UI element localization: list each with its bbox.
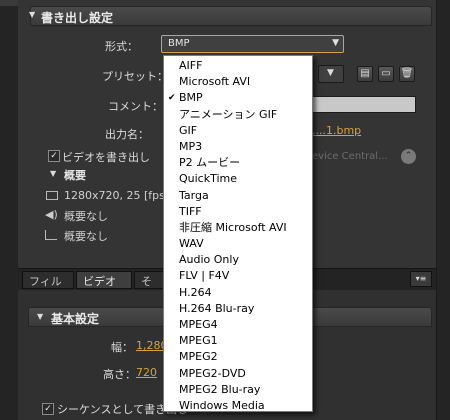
tab-other[interactable]: その (134, 271, 164, 304)
tab-filter[interactable]: フィルタ (22, 271, 74, 304)
tab-video[interactable]: ビデオ (76, 271, 132, 289)
menu-item-mp3[interactable]: MP3 (164, 139, 312, 155)
save-preset-icon: ▤ (360, 68, 370, 79)
menu-item-mpeg4[interactable]: MPEG4 (164, 317, 312, 333)
delete-preset-button[interactable]: 🗑 (399, 66, 415, 82)
menu-item-windows-media[interactable]: Windows Media (164, 398, 312, 414)
device-central-link[interactable]: evice Central... (312, 151, 388, 162)
menu-item-mpeg2-bluray[interactable]: MPEG2 Blu-ray (164, 382, 312, 398)
basic-settings-title: 基本設定 (51, 312, 100, 326)
summary-triangle-icon[interactable]: ▼ (50, 169, 56, 178)
menu-item-aiff[interactable]: AIFF (164, 58, 312, 74)
menu-item-bmp[interactable]: ✔ BMP (164, 90, 312, 106)
left-panel-edge-top (0, 0, 18, 6)
speaker-icon: ◀) (45, 208, 58, 221)
summary-audio-text: 概要なし (64, 210, 108, 223)
comment-input[interactable] (312, 96, 416, 113)
sequence-checkbox[interactable]: ✓ (42, 403, 54, 415)
height-value[interactable]: 720 (136, 366, 157, 379)
export-video-label: ビデオを書き出し (62, 151, 150, 164)
menu-item-wav[interactable]: WAV (164, 236, 312, 252)
menu-item-tiff[interactable]: TIFF (164, 204, 312, 220)
film-icon (46, 191, 58, 200)
menu-item-mpeg1[interactable]: MPEG1 (164, 333, 312, 349)
chevron-down-icon: ▼ (327, 68, 334, 78)
menu-item-mpeg2-dvd[interactable]: MPEG2-DVD (164, 366, 312, 382)
collapse-triangle-icon[interactable]: ▼ (37, 312, 43, 321)
export-settings-title: 書き出し設定 (41, 11, 114, 25)
menu-item-uncompressed-avi[interactable]: 非圧縮 Microsoft AVI (164, 220, 312, 236)
menu-icon: ▾≡ (415, 274, 427, 283)
checkmark-icon: ✔ (168, 93, 176, 104)
trash-icon: 🗑 (400, 68, 414, 79)
preset-label: プリセット： (102, 70, 168, 83)
chart-icon (45, 230, 57, 240)
menu-item-flv-f4v[interactable]: FLV | F4V (164, 268, 312, 284)
chevron-down-icon: ▼ (332, 38, 339, 48)
format-label: 形式： (105, 40, 138, 53)
menu-item-h264-bluray[interactable]: H.264 Blu-ray (164, 301, 312, 317)
format-select[interactable]: BMP ▼ (161, 35, 344, 53)
preset-select[interactable]: ▼ (318, 65, 344, 83)
menu-item-microsoft-avi[interactable]: Microsoft AVI (164, 74, 312, 90)
right-panel-edge (436, 0, 450, 420)
summary-title: 概要 (64, 169, 86, 182)
summary-other-text: 概要なし (64, 230, 108, 243)
collapse-circle-button[interactable]: ⌃ (401, 149, 416, 164)
menu-item-animated-gif[interactable]: アニメーション GIF (164, 107, 312, 123)
width-label: 幅： (111, 341, 133, 354)
format-dropdown-menu: AIFF Microsoft AVI ✔ BMP アニメーション GIF GIF … (163, 55, 313, 412)
menu-item-targa[interactable]: Targa (164, 188, 312, 204)
height-label: 高さ： (103, 368, 136, 381)
output-name-link[interactable]: ....1.bmp (312, 124, 361, 137)
menu-item-h264[interactable]: H.264 (164, 285, 312, 301)
export-settings-header[interactable]: ▼ 書き出し設定 (29, 6, 432, 26)
output-name-label: 出力名： (105, 128, 149, 141)
menu-item-gif[interactable]: GIF (164, 123, 312, 139)
format-select-value: BMP (168, 38, 190, 49)
collapse-triangle-icon[interactable]: ▼ (29, 10, 35, 19)
save-preset-button[interactable]: ▤ (357, 66, 373, 82)
export-video-checkbox[interactable]: ✓ (48, 150, 60, 162)
chevron-up-icon: ⌃ (404, 151, 413, 161)
comment-label: コメント： (108, 100, 163, 113)
menu-item-p2-movie[interactable]: P2 ムービー (164, 155, 312, 171)
left-panel-edge (0, 0, 19, 420)
menu-item-mpeg2[interactable]: MPEG2 (164, 349, 312, 365)
menu-item-quicktime[interactable]: QuickTime (164, 171, 312, 187)
panel-menu-button[interactable]: ▾≡ (410, 271, 432, 287)
folder-icon: ▭ (381, 68, 391, 79)
import-preset-button[interactable]: ▭ (378, 66, 394, 82)
menu-item-audio-only[interactable]: Audio Only (164, 252, 312, 268)
